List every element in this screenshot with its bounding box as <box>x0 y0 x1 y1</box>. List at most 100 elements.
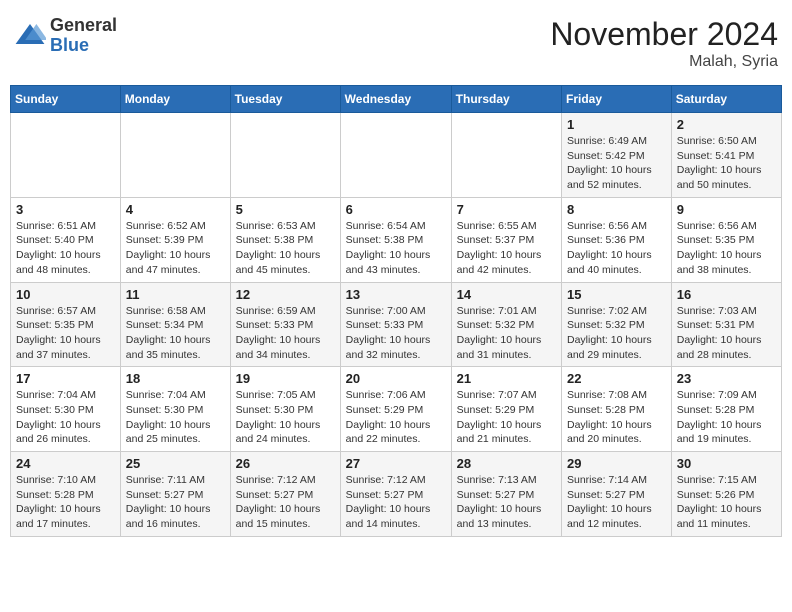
calendar-cell: 13 Sunrise: 7:00 AMSunset: 5:33 PMDayligh… <box>340 282 451 367</box>
calendar-cell: 17 Sunrise: 7:04 AMSunset: 5:30 PMDayligh… <box>11 367 121 452</box>
calendar-cell: 10 Sunrise: 6:57 AMSunset: 5:35 PMDayligh… <box>11 282 121 367</box>
calendar-cell: 9 Sunrise: 6:56 AMSunset: 5:35 PMDaylight… <box>671 197 781 282</box>
calendar-cell: 30 Sunrise: 7:15 AMSunset: 5:26 PMDayligh… <box>671 452 781 537</box>
day-info: Sunrise: 7:11 AMSunset: 5:27 PMDaylight:… <box>126 473 225 532</box>
day-info: Sunrise: 7:01 AMSunset: 5:32 PMDaylight:… <box>457 304 556 363</box>
day-info: Sunrise: 6:56 AMSunset: 5:36 PMDaylight:… <box>567 219 666 278</box>
calendar-cell: 14 Sunrise: 7:01 AMSunset: 5:32 PMDayligh… <box>451 282 561 367</box>
day-number: 12 <box>236 287 335 302</box>
day-info: Sunrise: 6:54 AMSunset: 5:38 PMDaylight:… <box>346 219 446 278</box>
calendar-header-wednesday: Wednesday <box>340 86 451 113</box>
day-info: Sunrise: 6:49 AMSunset: 5:42 PMDaylight:… <box>567 134 666 193</box>
calendar-header-friday: Friday <box>562 86 672 113</box>
calendar-cell: 5 Sunrise: 6:53 AMSunset: 5:38 PMDaylight… <box>230 197 340 282</box>
calendar-cell: 25 Sunrise: 7:11 AMSunset: 5:27 PMDayligh… <box>120 452 230 537</box>
day-number: 17 <box>16 371 115 386</box>
day-info: Sunrise: 7:12 AMSunset: 5:27 PMDaylight:… <box>346 473 446 532</box>
calendar-cell: 24 Sunrise: 7:10 AMSunset: 5:28 PMDayligh… <box>11 452 121 537</box>
calendar-cell: 23Sunrise: 7:09 AMSunset: 5:28 PMDayligh… <box>671 367 781 452</box>
calendar-cell: 27 Sunrise: 7:12 AMSunset: 5:27 PMDayligh… <box>340 452 451 537</box>
day-info: Sunrise: 7:02 AMSunset: 5:32 PMDaylight:… <box>567 304 666 363</box>
calendar-header-row: SundayMondayTuesdayWednesdayThursdayFrid… <box>11 86 782 113</box>
day-number: 27 <box>346 456 446 471</box>
calendar-cell: 26Sunrise: 7:12 AMSunset: 5:27 PMDayligh… <box>230 452 340 537</box>
calendar-cell <box>120 113 230 198</box>
day-info: Sunrise: 6:56 AMSunset: 5:35 PMDaylight:… <box>677 219 776 278</box>
calendar-cell: 15 Sunrise: 7:02 AMSunset: 5:32 PMDayligh… <box>562 282 672 367</box>
day-info: Sunrise: 7:03 AMSunset: 5:31 PMDaylight:… <box>677 304 776 363</box>
day-info: Sunrise: 6:52 AMSunset: 5:39 PMDaylight:… <box>126 219 225 278</box>
day-info: Sunrise: 6:55 AMSunset: 5:37 PMDaylight:… <box>457 219 556 278</box>
day-info: Sunrise: 7:15 AMSunset: 5:26 PMDaylight:… <box>677 473 776 532</box>
day-info: Sunrise: 6:58 AMSunset: 5:34 PMDaylight:… <box>126 304 225 363</box>
calendar-header-saturday: Saturday <box>671 86 781 113</box>
calendar-cell: 3 Sunrise: 6:51 AMSunset: 5:40 PMDaylight… <box>11 197 121 282</box>
day-number: 28 <box>457 456 556 471</box>
calendar-cell: 12 Sunrise: 6:59 AMSunset: 5:33 PMDayligh… <box>230 282 340 367</box>
day-number: 16 <box>677 287 776 302</box>
day-info: Sunrise: 7:10 AMSunset: 5:28 PMDaylight:… <box>16 473 115 532</box>
calendar-cell: 2 Sunrise: 6:50 AMSunset: 5:41 PMDaylight… <box>671 113 781 198</box>
day-info: Sunrise: 6:59 AMSunset: 5:33 PMDaylight:… <box>236 304 335 363</box>
day-number: 9 <box>677 202 776 217</box>
day-number: 20 <box>346 371 446 386</box>
day-number: 21 <box>457 371 556 386</box>
day-number: 22 <box>567 371 666 386</box>
month-title: November 2024 <box>550 16 778 53</box>
calendar-week-row: 3 Sunrise: 6:51 AMSunset: 5:40 PMDaylight… <box>11 197 782 282</box>
day-info: Sunrise: 7:00 AMSunset: 5:33 PMDaylight:… <box>346 304 446 363</box>
calendar-cell: 6Sunrise: 6:54 AMSunset: 5:38 PMDaylight… <box>340 197 451 282</box>
day-number: 24 <box>16 456 115 471</box>
day-number: 2 <box>677 117 776 132</box>
location: Malah, Syria <box>550 53 778 71</box>
page-header: General Blue November 2024 Malah, Syria <box>10 10 782 77</box>
day-number: 4 <box>126 202 225 217</box>
calendar-week-row: 10 Sunrise: 6:57 AMSunset: 5:35 PMDayligh… <box>11 282 782 367</box>
calendar-cell: 21Sunrise: 7:07 AMSunset: 5:29 PMDayligh… <box>451 367 561 452</box>
calendar-cell: 4 Sunrise: 6:52 AMSunset: 5:39 PMDaylight… <box>120 197 230 282</box>
calendar-cell: 28 Sunrise: 7:13 AMSunset: 5:27 PMDayligh… <box>451 452 561 537</box>
logo: General Blue <box>14 16 117 56</box>
day-number: 23 <box>677 371 776 386</box>
day-info: Sunrise: 6:51 AMSunset: 5:40 PMDaylight:… <box>16 219 115 278</box>
day-info: Sunrise: 7:08 AMSunset: 5:28 PMDaylight:… <box>567 388 666 447</box>
calendar-cell <box>11 113 121 198</box>
calendar-table: SundayMondayTuesdayWednesdayThursdayFrid… <box>10 85 782 537</box>
day-number: 14 <box>457 287 556 302</box>
calendar-header-sunday: Sunday <box>11 86 121 113</box>
logo-text: General Blue <box>50 16 117 56</box>
day-number: 26 <box>236 456 335 471</box>
logo-blue-text: Blue <box>50 36 117 56</box>
calendar-cell: 19Sunrise: 7:05 AMSunset: 5:30 PMDayligh… <box>230 367 340 452</box>
calendar-week-row: 1Sunrise: 6:49 AMSunset: 5:42 PMDaylight… <box>11 113 782 198</box>
calendar-cell: 1Sunrise: 6:49 AMSunset: 5:42 PMDaylight… <box>562 113 672 198</box>
day-number: 30 <box>677 456 776 471</box>
day-info: Sunrise: 6:53 AMSunset: 5:38 PMDaylight:… <box>236 219 335 278</box>
day-info: Sunrise: 7:04 AMSunset: 5:30 PMDaylight:… <box>126 388 225 447</box>
day-number: 25 <box>126 456 225 471</box>
calendar-cell: 29 Sunrise: 7:14 AMSunset: 5:27 PMDayligh… <box>562 452 672 537</box>
calendar-cell: 22 Sunrise: 7:08 AMSunset: 5:28 PMDayligh… <box>562 367 672 452</box>
calendar-cell: 16 Sunrise: 7:03 AMSunset: 5:31 PMDayligh… <box>671 282 781 367</box>
day-info: Sunrise: 7:04 AMSunset: 5:30 PMDaylight:… <box>16 388 115 447</box>
title-section: November 2024 Malah, Syria <box>550 16 778 71</box>
day-number: 13 <box>346 287 446 302</box>
day-info: Sunrise: 7:06 AMSunset: 5:29 PMDaylight:… <box>346 388 446 447</box>
logo-general-text: General <box>50 16 117 36</box>
calendar-cell: 8Sunrise: 6:56 AMSunset: 5:36 PMDaylight… <box>562 197 672 282</box>
day-number: 3 <box>16 202 115 217</box>
day-info: Sunrise: 7:13 AMSunset: 5:27 PMDaylight:… <box>457 473 556 532</box>
day-number: 19 <box>236 371 335 386</box>
day-number: 29 <box>567 456 666 471</box>
day-info: Sunrise: 7:14 AMSunset: 5:27 PMDaylight:… <box>567 473 666 532</box>
calendar-cell <box>451 113 561 198</box>
day-number: 5 <box>236 202 335 217</box>
day-number: 10 <box>16 287 115 302</box>
day-number: 7 <box>457 202 556 217</box>
day-info: Sunrise: 6:50 AMSunset: 5:41 PMDaylight:… <box>677 134 776 193</box>
calendar-cell: 7 Sunrise: 6:55 AMSunset: 5:37 PMDaylight… <box>451 197 561 282</box>
day-number: 18 <box>126 371 225 386</box>
calendar-cell <box>230 113 340 198</box>
day-info: Sunrise: 6:57 AMSunset: 5:35 PMDaylight:… <box>16 304 115 363</box>
day-number: 15 <box>567 287 666 302</box>
